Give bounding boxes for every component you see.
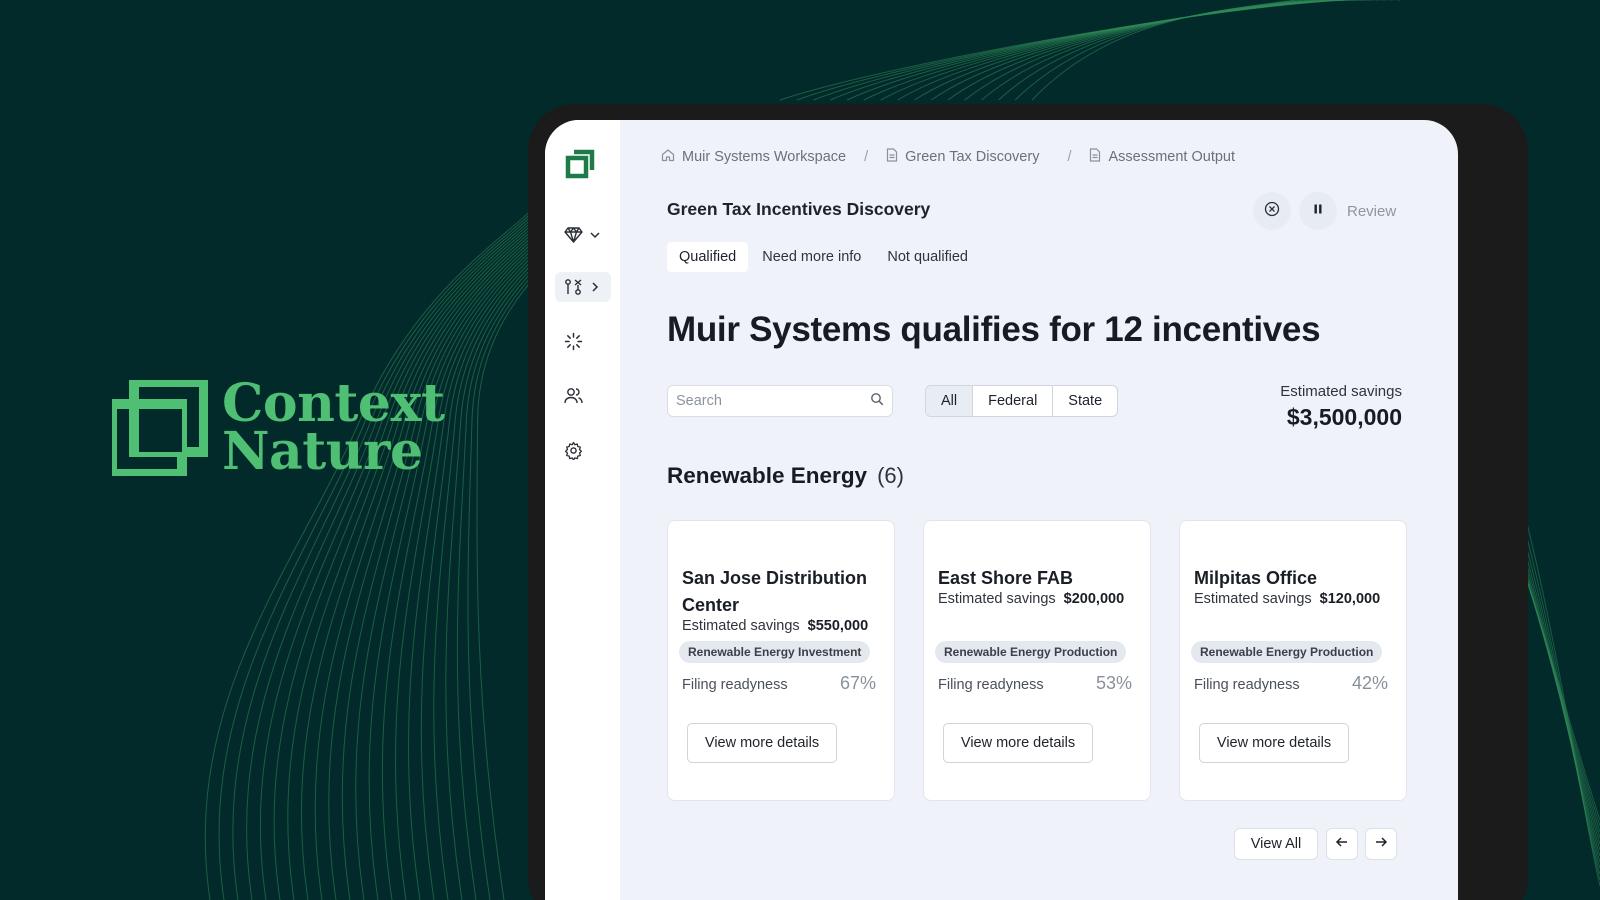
section-title: Renewable Energy [667, 463, 868, 488]
breadcrumb-label: Green Tax Discovery [905, 149, 1040, 165]
pause-icon [1312, 202, 1324, 220]
brand-line-2: Nature [222, 421, 423, 482]
brand: Context Nature [107, 377, 445, 482]
chevron-down-icon [589, 229, 601, 241]
card-savings-label: Estimated savings [682, 618, 800, 634]
previous-button[interactable] [1326, 828, 1358, 860]
app-window: Muir Systems Workspace / Green Tax Disco… [545, 120, 1458, 900]
tab-need-more-info[interactable]: Need more info [750, 242, 873, 272]
jurisdiction-filter: All Federal State [925, 385, 1119, 417]
view-details-button[interactable]: View more details [1199, 723, 1349, 763]
home-icon [661, 148, 675, 166]
card-title: Milpitas Office [1194, 568, 1318, 588]
view-all-button[interactable]: View All [1234, 828, 1318, 860]
incentive-card: East Shore FAB Estimated savings $200,00… [923, 520, 1151, 801]
cancel-button[interactable] [1253, 192, 1291, 230]
card-savings-value: $550,000 [807, 618, 869, 634]
users-icon [564, 387, 583, 405]
next-button[interactable] [1365, 828, 1397, 860]
gear-icon [564, 441, 583, 460]
filing-readiness-label: Filing readyness [682, 677, 788, 693]
card-savings-label: Estimated savings [938, 591, 1056, 607]
incentive-tag: Renewable Energy Production [1191, 641, 1383, 663]
sidebar [545, 120, 620, 900]
filing-readiness: Filing readyness 67% [682, 673, 876, 694]
tab-not-qualified[interactable]: Not qualified [875, 242, 980, 272]
loader-icon [564, 332, 583, 351]
incentive-tag: Renewable Energy Investment [679, 641, 871, 663]
breadcrumb-item-output[interactable]: Assessment Output [1089, 148, 1235, 166]
document-icon [1089, 148, 1101, 166]
filing-readiness-value: 67% [839, 673, 876, 693]
filing-readiness: Filing readyness 53% [938, 673, 1132, 694]
sidebar-item-processing[interactable] [555, 326, 611, 356]
main-content: Muir Systems Workspace / Green Tax Disco… [620, 120, 1458, 900]
headline: Muir Systems qualifies for 12 incentives [667, 310, 1321, 349]
page-title: Green Tax Incentives Discovery [667, 199, 931, 219]
card-savings-value: $120,000 [1319, 591, 1381, 607]
incentive-tag: Renewable Energy Production [935, 641, 1127, 663]
breadcrumb-separator: / [864, 149, 869, 165]
pause-button[interactable] [1299, 192, 1337, 230]
brand-logo [107, 377, 209, 479]
card-savings: Estimated savings $550,000 [682, 618, 868, 634]
filing-readiness-label: Filing readyness [1194, 677, 1300, 693]
card-savings: Estimated savings $120,000 [1194, 591, 1380, 607]
review-button[interactable]: Review [1347, 203, 1396, 220]
view-details-button[interactable]: View more details [943, 723, 1093, 763]
tab-qualified[interactable]: Qualified [667, 242, 749, 272]
brand-name: Context Nature [222, 378, 445, 482]
breadcrumb-label: Assessment Output [1108, 149, 1236, 165]
view-details-button[interactable]: View more details [687, 723, 837, 763]
section-header: Renewable Energy (6) [667, 463, 904, 489]
filing-readiness-value: 53% [1095, 673, 1132, 693]
document-icon [886, 148, 898, 166]
filing-readiness: Filing readyness 42% [1194, 673, 1388, 694]
sidebar-item-settings[interactable] [555, 435, 611, 465]
section-count: (6) [877, 463, 904, 488]
breadcrumb-label: Muir Systems Workspace [682, 149, 847, 165]
breadcrumb-separator: / [1067, 149, 1072, 165]
card-title: San Jose Distribution Center [682, 568, 868, 615]
sidebar-item-users[interactable] [555, 381, 611, 411]
estimated-savings-summary: Estimated savings $3,500,000 [1280, 383, 1402, 431]
card-savings-value: $200,000 [1063, 591, 1125, 607]
close-circle-icon [1264, 201, 1280, 222]
card-savings-label: Estimated savings [1194, 591, 1312, 607]
status-tabs: Qualified Need more info Not qualified [667, 242, 980, 272]
app-logo-icon[interactable] [564, 148, 596, 180]
gem-icon [564, 226, 583, 244]
filing-readiness-label: Filing readyness [938, 677, 1044, 693]
sidebar-item-assets[interactable] [555, 220, 611, 250]
incentive-card: San Jose Distribution Center Estimated s… [667, 520, 895, 801]
sidebar-item-compare[interactable] [555, 272, 611, 302]
search-input[interactable] [676, 393, 856, 409]
arrow-right-icon [1374, 835, 1388, 854]
estimated-savings-value: $3,500,000 [1286, 404, 1402, 430]
breadcrumb: Muir Systems Workspace / Green Tax Disco… [661, 148, 1235, 166]
estimated-savings-label: Estimated savings [1280, 383, 1402, 400]
card-savings: Estimated savings $200,000 [938, 591, 1124, 607]
arrow-left-icon [1335, 835, 1349, 854]
card-title: East Shore FAB [938, 568, 1074, 588]
chevron-right-icon [589, 281, 601, 293]
filter-state[interactable]: State [1053, 386, 1117, 416]
filter-all[interactable]: All [926, 386, 974, 416]
incentive-card: Milpitas Office Estimated savings $120,0… [1179, 520, 1407, 801]
search-icon[interactable] [870, 392, 884, 411]
filing-readiness-value: 42% [1351, 673, 1388, 693]
search-box [667, 385, 893, 417]
filter-federal[interactable]: Federal [973, 386, 1054, 416]
breadcrumb-item-workspace[interactable]: Muir Systems Workspace [661, 148, 846, 166]
compare-icon [564, 278, 583, 296]
breadcrumb-item-discovery[interactable]: Green Tax Discovery [886, 148, 1039, 166]
